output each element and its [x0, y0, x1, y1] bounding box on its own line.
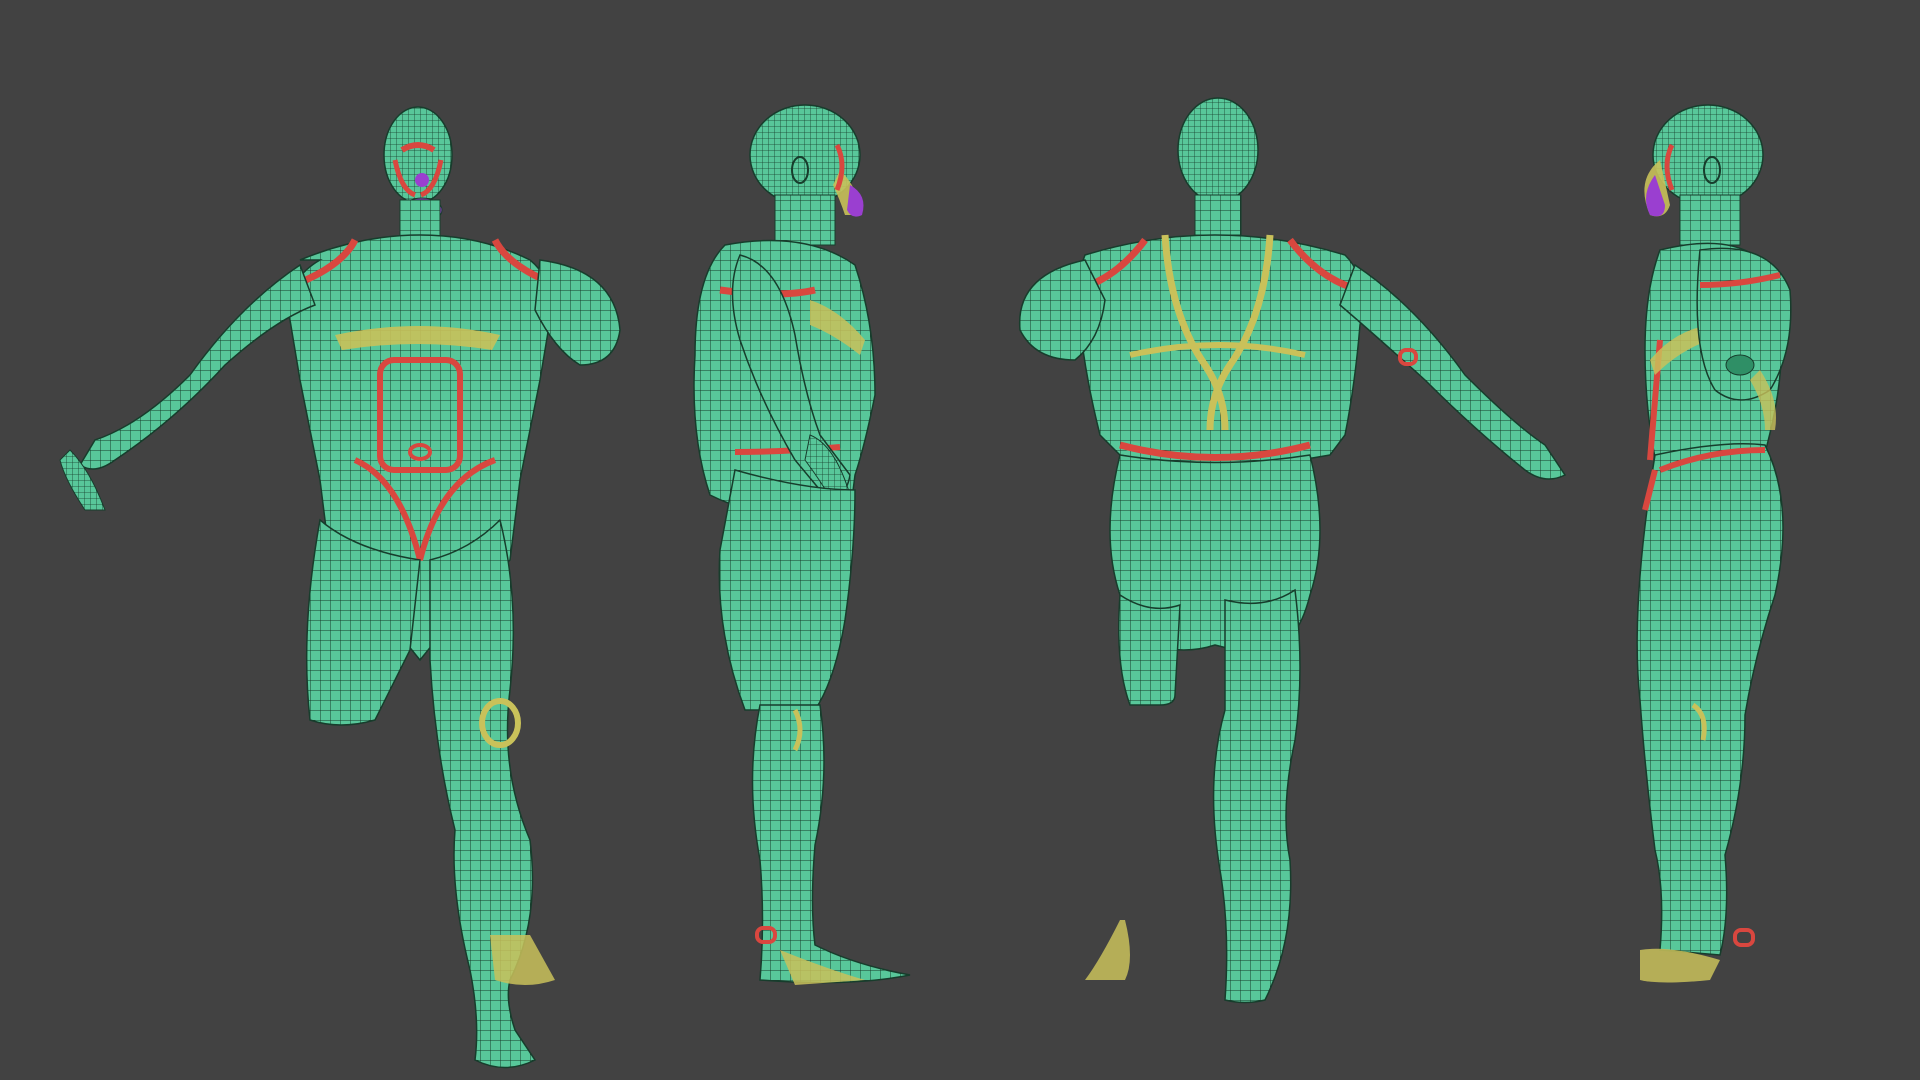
front-right-arm-stump	[534, 259, 621, 366]
model-sheet	[59, 97, 1792, 1069]
side-l-arm-stump	[1696, 247, 1792, 401]
front-view	[59, 106, 621, 1069]
back-view	[1018, 97, 1567, 1004]
viewport	[0, 0, 1920, 1080]
side-l-leg	[1636, 443, 1784, 956]
side-view-left	[1636, 104, 1792, 983]
side-r-lower-leg	[751, 704, 911, 984]
back-leg-stump	[1118, 593, 1181, 706]
side-view-right	[693, 104, 911, 985]
front-left-arm	[78, 263, 316, 470]
back-standing-leg	[1212, 588, 1301, 1004]
back-right-arm	[1339, 263, 1567, 480]
front-standing-leg	[429, 518, 537, 1069]
side-r-hip	[718, 469, 856, 711]
